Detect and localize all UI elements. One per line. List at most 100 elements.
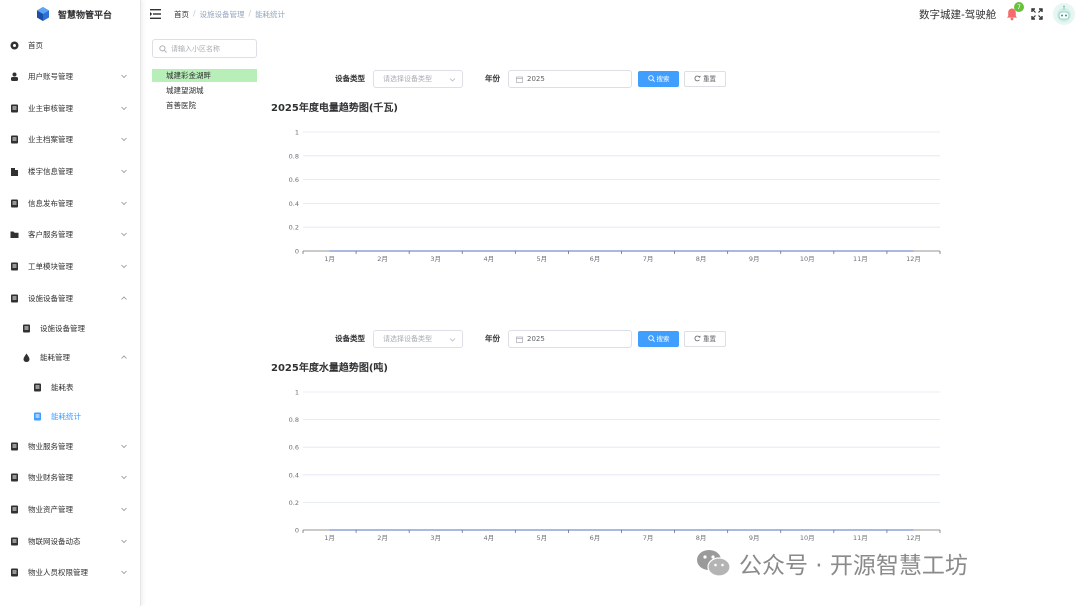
electricity-trend-chart: 00.20.40.60.811月 2月 3月 4月 5月 6月 7月 8月 9月 10月 11月 12… — [289, 129, 941, 263]
sidebar-item-17[interactable]: 物业人员权限管理 — [0, 562, 140, 582]
chevron-down-icon — [121, 106, 127, 111]
chevron-down-icon — [449, 338, 456, 342]
chevron-down-icon — [121, 475, 127, 480]
equipment-icon — [11, 294, 18, 302]
chevron-down-icon — [121, 232, 127, 237]
sidebar-item-10[interactable]: 能耗管理 — [0, 347, 140, 367]
community-search-input[interactable]: 请输入小区名称 — [152, 39, 257, 58]
x-tick-label: 12月 — [906, 255, 921, 263]
watermark: 公众号 · 开源智慧工坊 — [696, 546, 968, 580]
chevron-down-icon — [121, 264, 127, 269]
filter-form-water: 设备类型 请选择设备类型 年份 2025 搜索 重置 — [335, 330, 730, 348]
chevron-up-icon — [121, 296, 127, 300]
x-tick-label: 9月 — [749, 534, 760, 542]
reset-button[interactable]: 重置 — [684, 71, 726, 87]
sidebar-item-label: 物联网设备动态 — [28, 536, 81, 546]
x-tick-label: 10月 — [800, 534, 815, 542]
app-root: 智慧物管平台 首页用户账号管理 业主审核管理业主档案管理 楼宇信息管理信息发布管理客… — [0, 0, 1080, 606]
sidebar-item-6[interactable]: 客户服务管理 — [0, 224, 140, 244]
refresh-icon — [694, 335, 701, 342]
sidebar-item-15[interactable]: 物业资产管理 — [0, 499, 140, 519]
sidebar-item-0[interactable]: 首页 — [0, 35, 140, 55]
year-label: 年份 — [485, 334, 500, 343]
user-name[interactable]: 数字城建-驾驶舱 — [919, 7, 996, 22]
table-icon — [34, 383, 41, 391]
x-tick-label: 5月 — [537, 255, 548, 263]
year-label: 年份 — [485, 74, 500, 83]
sidebar-item-label: 楼宇信息管理 — [28, 166, 73, 176]
chevron-down-icon — [449, 78, 456, 82]
x-tick-label: 1月 — [324, 255, 335, 263]
device-type-placeholder: 请选择设备类型 — [383, 335, 432, 343]
sidebar-item-label: 工单模块管理 — [28, 261, 73, 271]
sidebar-item-label: 业主档案管理 — [28, 134, 73, 144]
search-button[interactable]: 搜索 — [638, 331, 679, 347]
sidebar-item-label: 能耗统计 — [51, 411, 81, 421]
tree-node[interactable]: 首善医院 — [152, 99, 257, 112]
menu-toggle-icon[interactable] — [150, 9, 161, 19]
sidebar-item-7[interactable]: 工单模块管理 — [0, 256, 140, 276]
x-tick-label: 4月 — [483, 534, 494, 542]
iot-icon — [11, 537, 18, 545]
year-value: 2025 — [527, 75, 545, 83]
search-placeholder: 请输入小区名称 — [171, 44, 220, 53]
sidebar-item-13[interactable]: 物业服务管理 — [0, 436, 140, 456]
tree-node[interactable]: 城建彩金湖畔 — [152, 69, 257, 82]
year-value: 2025 — [527, 335, 545, 343]
device-type-select[interactable]: 请选择设备类型 — [373, 330, 463, 348]
breadcrumb-current: 能耗统计 — [255, 10, 286, 19]
building-icon — [11, 167, 18, 176]
avatar[interactable] — [1053, 3, 1075, 25]
audit-icon — [11, 104, 18, 112]
sidebar-item-label: 物业财务管理 — [28, 472, 73, 482]
x-tick-label: 7月 — [643, 255, 654, 263]
reset-button-label: 重置 — [703, 75, 716, 83]
breadcrumb-home[interactable]: 首页 — [174, 9, 189, 20]
x-tick-label: 2月 — [377, 255, 388, 263]
chevron-down-icon — [121, 137, 127, 142]
sidebar-item-2[interactable]: 业主审核管理 — [0, 98, 140, 118]
sidebar-item-label: 物业服务管理 — [28, 441, 73, 451]
y-tick-label: 0.8 — [289, 152, 299, 160]
sidebar-item-label: 能耗管理 — [40, 352, 70, 362]
y-tick-label: 0.2 — [289, 499, 299, 507]
service-icon — [11, 442, 18, 450]
sidebar-item-label: 设施设备管理 — [40, 323, 85, 333]
chevron-down-icon — [121, 570, 127, 575]
chevron-down-icon — [121, 539, 127, 544]
sidebar-item-5[interactable]: 信息发布管理 — [0, 193, 140, 213]
sidebar-item-12[interactable]: 能耗统计 — [0, 406, 140, 426]
sidebar-item-8[interactable]: 设施设备管理 — [0, 288, 140, 308]
x-tick-label: 3月 — [430, 255, 441, 263]
sidebar-item-11[interactable]: 能耗表 — [0, 377, 140, 397]
sidebar-item-9[interactable]: 设施设备管理 — [0, 318, 140, 338]
breadcrumb-separator: / — [193, 9, 196, 18]
x-tick-label: 9月 — [749, 255, 760, 263]
archive-icon — [11, 135, 18, 143]
x-tick-label: 12月 — [906, 534, 921, 542]
x-tick-label: 11月 — [853, 534, 868, 542]
water-trend-chart: 00.20.40.60.811月 2月 3月 4月 5月 6月 7月 8月 9月 10月 11月 12… — [289, 389, 941, 542]
device-type-select[interactable]: 请选择设备类型 — [373, 70, 463, 88]
x-tick-label: 8月 — [696, 534, 707, 542]
sidebar-item-16[interactable]: 物联网设备动态 — [0, 531, 140, 551]
app-logo[interactable]: 智慧物管平台 — [0, 0, 140, 28]
tree-node[interactable]: 城建望湖城 — [152, 84, 257, 97]
sidebar-item-4[interactable]: 楼宇信息管理 — [0, 161, 140, 181]
breadcrumb: 首页 / 设施设备管理 / 能耗统计 — [174, 9, 285, 20]
calendar-icon — [516, 336, 523, 343]
y-tick-label: 0.8 — [289, 416, 299, 424]
year-picker[interactable]: 2025 — [508, 70, 632, 88]
sidebar-item-1[interactable]: 用户账号管理 — [0, 66, 140, 86]
fullscreen-icon[interactable] — [1031, 8, 1043, 20]
reset-button[interactable]: 重置 — [684, 331, 726, 347]
community-tree-panel: 请输入小区名称 城建彩金湖畔 城建望湖城 首善医院 — [152, 39, 258, 110]
chevron-up-icon — [121, 355, 127, 359]
filter-form-electricity: 设备类型 请选择设备类型 年份 2025 搜索 重置 — [335, 70, 730, 88]
year-picker[interactable]: 2025 — [508, 330, 632, 348]
sidebar-item-3[interactable]: 业主档案管理 — [0, 129, 140, 149]
search-button[interactable]: 搜索 — [638, 71, 679, 87]
sidebar-item-label: 物业人员权限管理 — [28, 567, 88, 577]
x-tick-label: 8月 — [696, 255, 707, 263]
sidebar-item-14[interactable]: 物业财务管理 — [0, 467, 140, 487]
